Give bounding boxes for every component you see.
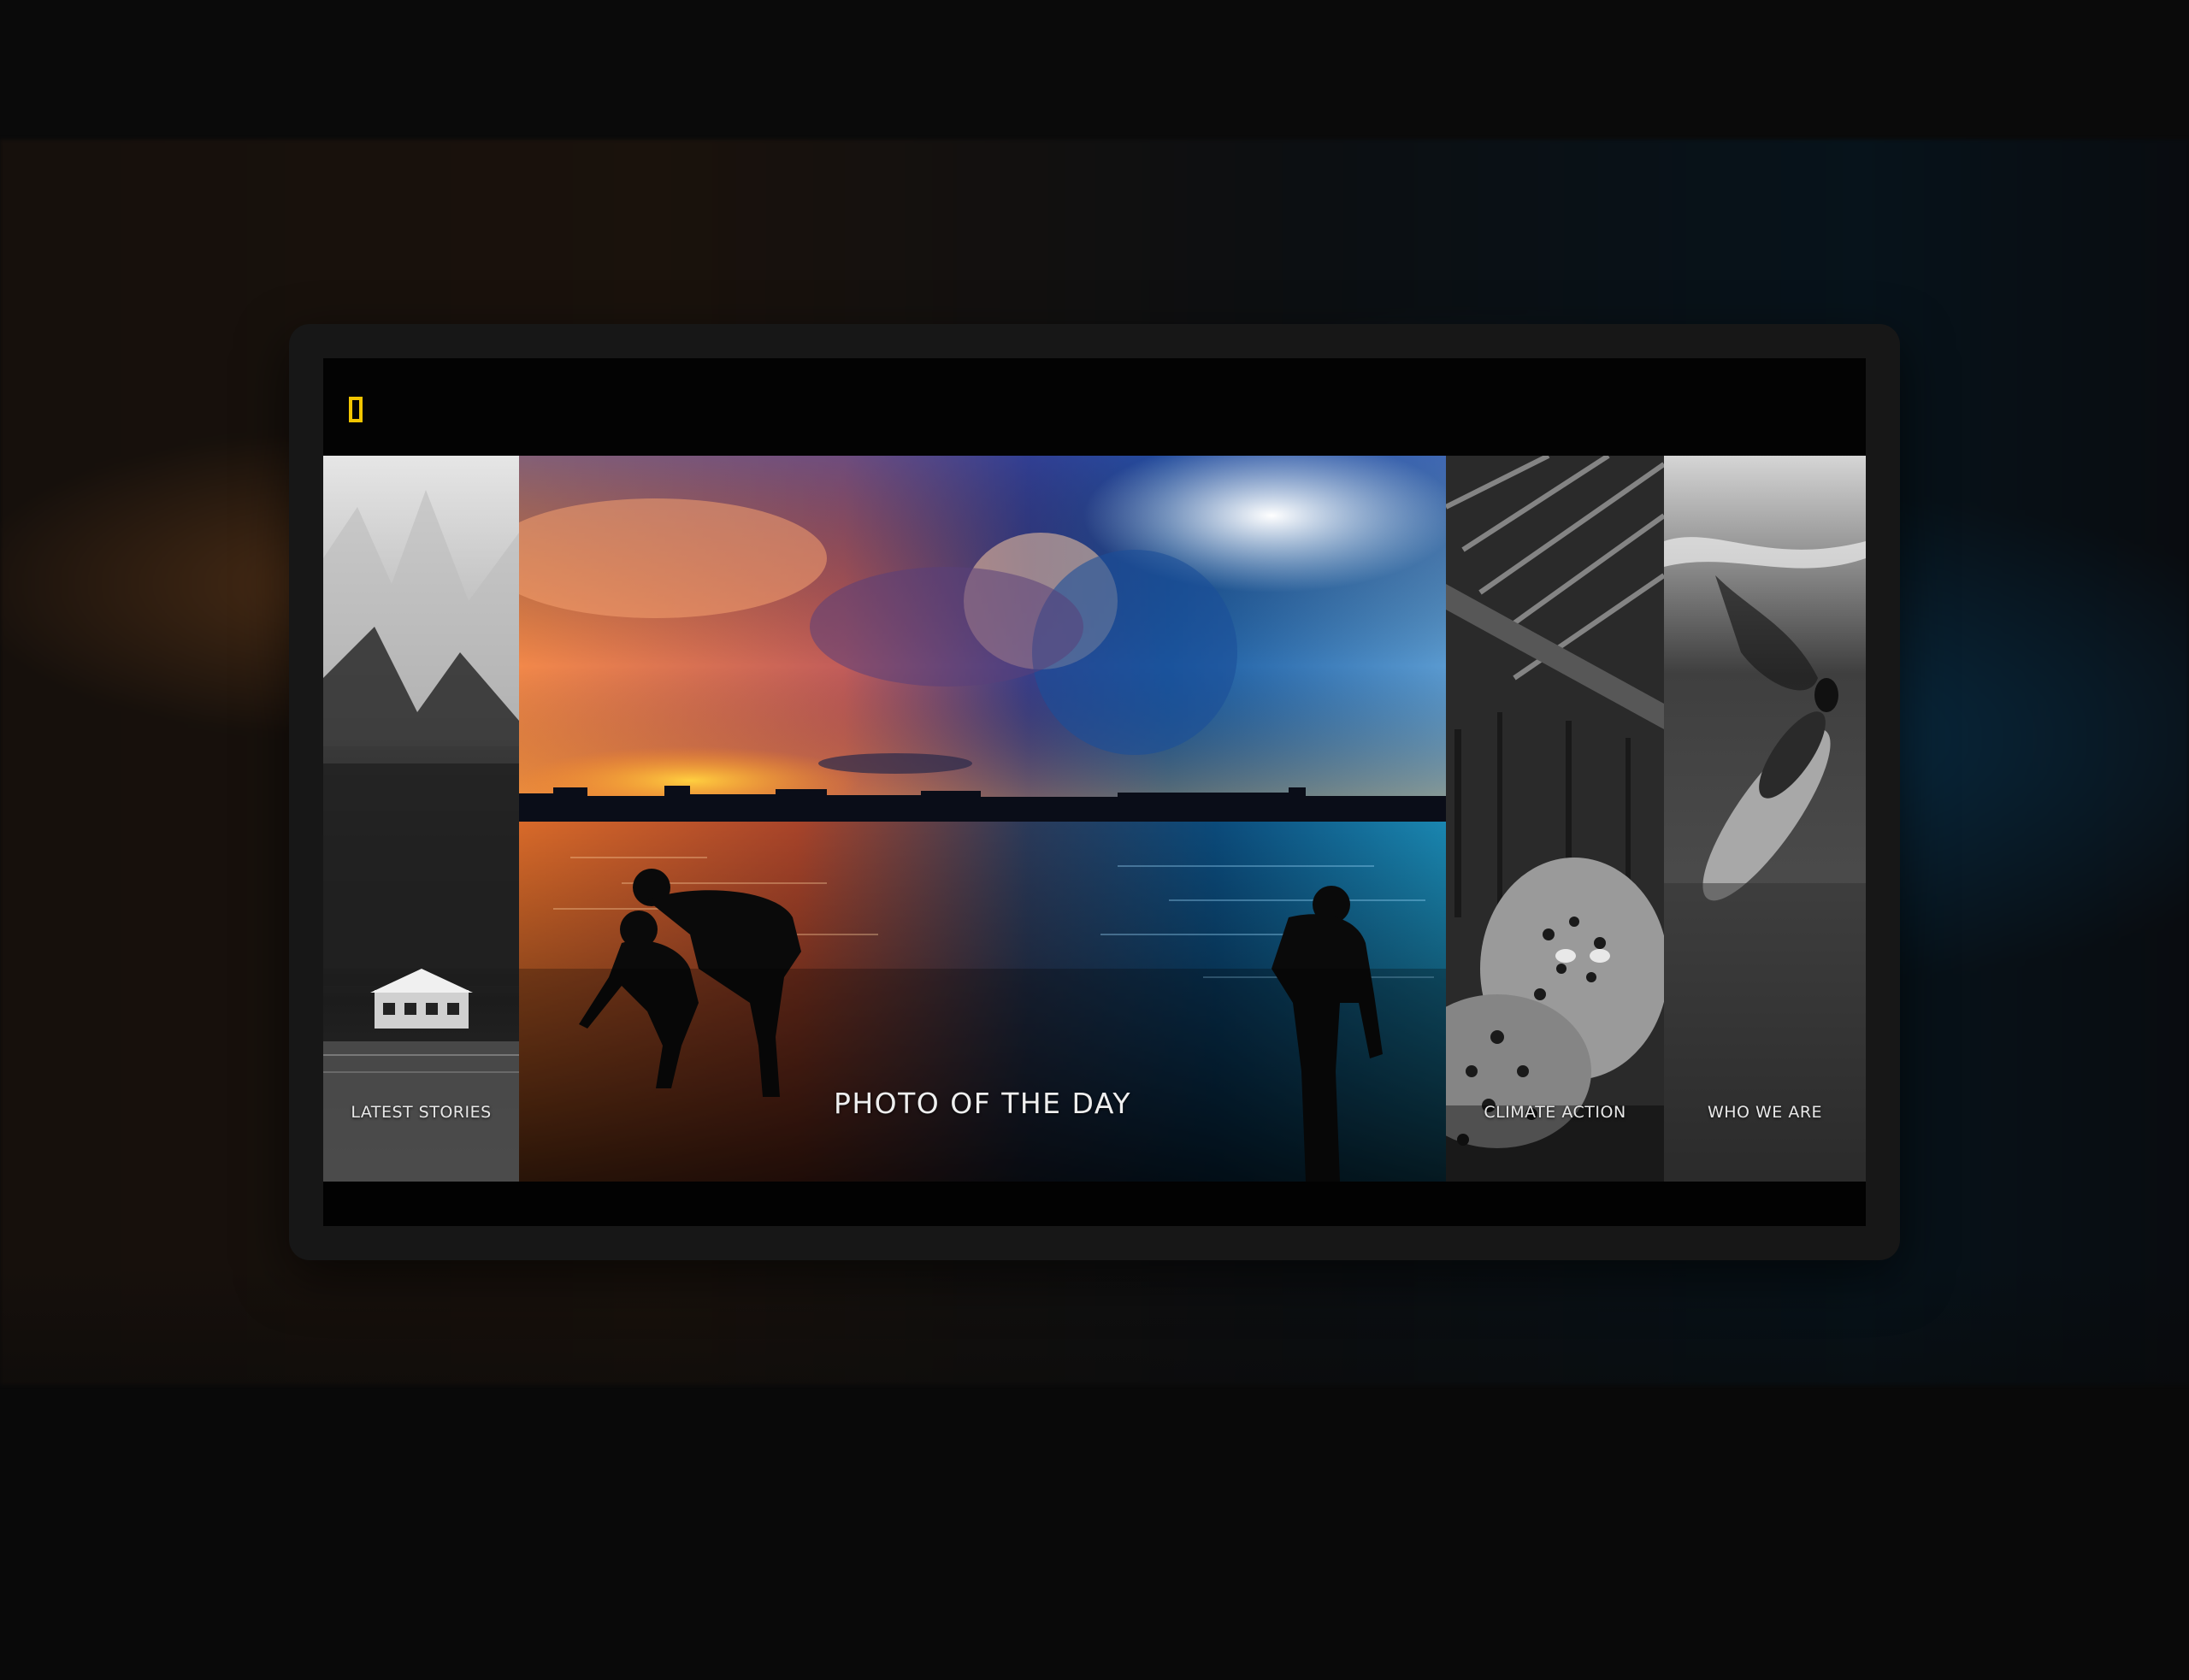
header-bar [323, 358, 1866, 456]
panel-latest-stories[interactable]: LATEST STORIES [323, 456, 519, 1182]
nat-geo-logo-icon[interactable] [349, 397, 363, 422]
panel-climate-action[interactable]: CLIMATE ACTION [1446, 456, 1664, 1182]
panel-label-latest-stories: LATEST STORIES [351, 1103, 492, 1122]
nav-panels: LATEST STORIES PHOTO OF THE DAY CLIMATE … [323, 456, 1866, 1182]
panel-who-we-are[interactable]: WHO WE ARE [1664, 456, 1866, 1182]
panel-photo-of-the-day[interactable]: PHOTO OF THE DAY [519, 456, 1446, 1182]
footer-bar [323, 1182, 1866, 1226]
panel-label-who-we-are: WHO WE ARE [1707, 1103, 1823, 1122]
top-backdrop [0, 0, 2189, 145]
sunset-lake-photo [519, 456, 1446, 1182]
penguin-underwater-image [1664, 456, 1866, 1182]
bottom-backdrop [0, 1265, 2189, 1680]
page: LATEST STORIES PHOTO OF THE DAY CLIMATE … [0, 0, 2189, 1680]
app-screen: LATEST STORIES PHOTO OF THE DAY CLIMATE … [323, 358, 1866, 1226]
jaguar-image [1446, 456, 1664, 1182]
panel-label-photo-of-the-day: PHOTO OF THE DAY [833, 1087, 1132, 1120]
device-frame: LATEST STORIES PHOTO OF THE DAY CLIMATE … [289, 324, 1900, 1260]
panel-label-climate-action: CLIMATE ACTION [1484, 1103, 1626, 1122]
mountain-lake-image [323, 456, 519, 1182]
